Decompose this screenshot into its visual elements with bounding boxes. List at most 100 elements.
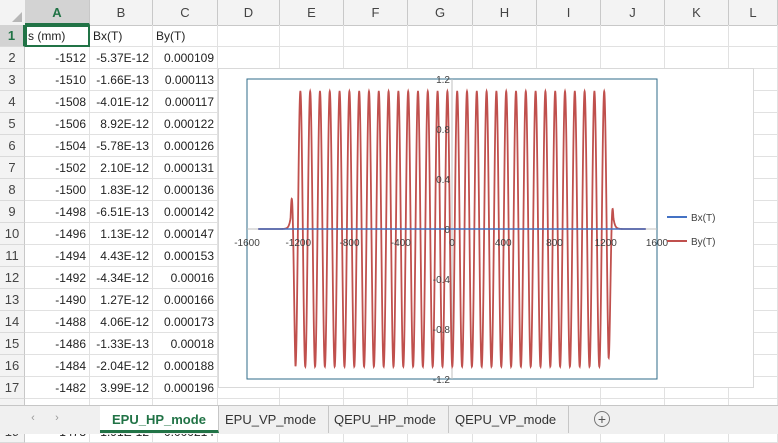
column-header-h[interactable]: H <box>473 0 537 25</box>
row-header-12[interactable]: 12 <box>0 267 25 289</box>
data-cell[interactable]: 0.000122 <box>153 113 218 135</box>
data-cell[interactable]: 0.00016 <box>153 267 218 289</box>
select-all-corner[interactable] <box>0 0 26 25</box>
data-cell[interactable]: -1488 <box>25 311 90 333</box>
row-header-17[interactable]: 17 <box>0 377 25 399</box>
row-header-8[interactable]: 8 <box>0 179 25 201</box>
empty-cell[interactable] <box>280 25 344 47</box>
empty-cell[interactable] <box>473 25 537 47</box>
empty-cell[interactable] <box>665 47 729 69</box>
sheet-tab-qepu-vp-mode[interactable]: QEPU_VP_mode <box>443 406 570 433</box>
data-cell[interactable]: -1494 <box>25 245 90 267</box>
column-header-g[interactable]: G <box>408 0 473 25</box>
empty-cell[interactable] <box>537 47 601 69</box>
data-cell[interactable]: -1502 <box>25 157 90 179</box>
row-header-11[interactable]: 11 <box>0 245 25 267</box>
data-cell[interactable]: -1504 <box>25 135 90 157</box>
data-cell[interactable]: -5.37E-12 <box>90 47 153 69</box>
data-cell[interactable]: 0.000126 <box>153 135 218 157</box>
data-cell[interactable]: -1492 <box>25 267 90 289</box>
empty-cell[interactable] <box>344 47 408 69</box>
data-cell[interactable]: 0.000113 <box>153 69 218 91</box>
empty-cell[interactable] <box>601 25 665 47</box>
data-cell[interactable]: -1484 <box>25 355 90 377</box>
row-header-9[interactable]: 9 <box>0 201 25 223</box>
sheet-tab-qepu-hp-mode[interactable]: QEPU_HP_mode <box>322 406 449 433</box>
empty-cell[interactable] <box>665 25 729 47</box>
row-header-16[interactable]: 16 <box>0 355 25 377</box>
data-cell[interactable]: 8.92E-12 <box>90 113 153 135</box>
data-cell[interactable]: -1.33E-13 <box>90 333 153 355</box>
empty-cell[interactable] <box>473 47 537 69</box>
empty-cell[interactable] <box>537 25 601 47</box>
row-header-7[interactable]: 7 <box>0 157 25 179</box>
data-cell[interactable]: 0.000117 <box>153 91 218 113</box>
data-cell[interactable]: 0.000136 <box>153 179 218 201</box>
data-cell[interactable]: -1486 <box>25 333 90 355</box>
column-header-k[interactable]: K <box>665 0 729 25</box>
empty-cell[interactable] <box>601 47 665 69</box>
data-cell[interactable]: 0.00018 <box>153 333 218 355</box>
sheet-tab-epu-vp-mode[interactable]: EPU_VP_mode <box>213 406 330 433</box>
empty-cell[interactable] <box>408 47 473 69</box>
empty-cell[interactable] <box>729 25 778 47</box>
data-cell[interactable]: 1.83E-12 <box>90 179 153 201</box>
column-header-b[interactable]: B <box>90 0 153 25</box>
data-cell[interactable]: 0.000196 <box>153 377 218 399</box>
data-cell[interactable]: 0.000109 <box>153 47 218 69</box>
data-cell[interactable]: 0.000147 <box>153 223 218 245</box>
data-cell[interactable]: -1498 <box>25 201 90 223</box>
header-cell[interactable]: By(T) <box>153 25 218 47</box>
row-header-13[interactable]: 13 <box>0 289 25 311</box>
data-cell[interactable]: -1508 <box>25 91 90 113</box>
chart-area[interactable]: -1600 -1200 -800 -400 0 400 800 1200 1600 1.2 0.8 0… <box>218 68 754 388</box>
data-cell[interactable]: -2.04E-12 <box>90 355 153 377</box>
sheet-tab-epu-hp-mode[interactable]: EPU_HP_mode <box>100 406 219 433</box>
row-header-10[interactable]: 10 <box>0 223 25 245</box>
spreadsheet-grid[interactable]: ABCDEFGHIJKL 123456789101112131415161718… <box>0 0 778 443</box>
data-cell[interactable]: -1510 <box>25 69 90 91</box>
data-cell[interactable]: 0.000142 <box>153 201 218 223</box>
data-cell[interactable]: 0.000131 <box>153 157 218 179</box>
next-sheet-icon[interactable]: › <box>50 412 64 426</box>
empty-cell[interactable] <box>280 47 344 69</box>
row-header-5[interactable]: 5 <box>0 113 25 135</box>
data-cell[interactable]: 0.000173 <box>153 311 218 333</box>
header-cell[interactable]: Bx(T) <box>90 25 153 47</box>
data-cell[interactable]: 1.13E-12 <box>90 223 153 245</box>
data-cell[interactable]: -1490 <box>25 289 90 311</box>
prev-sheet-icon[interactable]: ‹ <box>26 412 40 426</box>
row-header-15[interactable]: 15 <box>0 333 25 355</box>
data-cell[interactable]: -6.51E-13 <box>90 201 153 223</box>
column-header-l[interactable]: L <box>729 0 778 25</box>
empty-cell[interactable] <box>218 25 280 47</box>
empty-cell[interactable] <box>344 25 408 47</box>
row-header-2[interactable]: 2 <box>0 47 25 69</box>
empty-cell[interactable] <box>408 25 473 47</box>
column-header-d[interactable]: D <box>218 0 280 25</box>
data-cell[interactable]: -4.01E-12 <box>90 91 153 113</box>
add-sheet-icon[interactable]: + <box>594 411 610 427</box>
data-cell[interactable]: 0.000188 <box>153 355 218 377</box>
data-cell[interactable]: 0.000153 <box>153 245 218 267</box>
data-cell[interactable]: -1512 <box>25 47 90 69</box>
data-cell[interactable]: 1.27E-12 <box>90 289 153 311</box>
data-cell[interactable]: -1506 <box>25 113 90 135</box>
data-cell[interactable]: 4.06E-12 <box>90 311 153 333</box>
data-cell[interactable]: -5.78E-13 <box>90 135 153 157</box>
data-cell[interactable]: 0.000166 <box>153 289 218 311</box>
column-header-i[interactable]: I <box>537 0 601 25</box>
row-header-3[interactable]: 3 <box>0 69 25 91</box>
header-cell[interactable]: s (mm) <box>25 25 90 47</box>
data-cell[interactable]: -1500 <box>25 179 90 201</box>
row-header-1[interactable]: 1 <box>0 25 25 47</box>
data-cell[interactable]: -4.34E-12 <box>90 267 153 289</box>
data-cell[interactable]: 4.43E-12 <box>90 245 153 267</box>
column-header-e[interactable]: E <box>280 0 344 25</box>
column-header-j[interactable]: J <box>601 0 665 25</box>
data-cell[interactable]: -1482 <box>25 377 90 399</box>
row-header-14[interactable]: 14 <box>0 311 25 333</box>
column-header-a[interactable]: A <box>25 0 90 25</box>
data-cell[interactable]: -1496 <box>25 223 90 245</box>
empty-cell[interactable] <box>729 47 778 69</box>
